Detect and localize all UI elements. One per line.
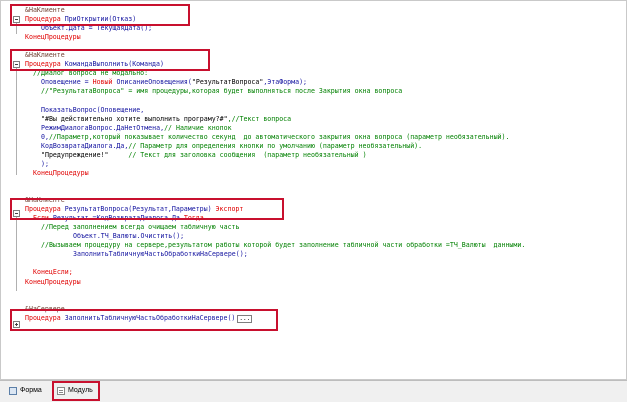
code-token: Новый bbox=[92, 78, 117, 87]
code-editor[interactable]: &НаКлиенте Процедура ПриОткрытии(Отказ) Об… bbox=[0, 0, 627, 380]
code-token: КонецПроцедуры bbox=[25, 277, 81, 286]
code-line[interactable]: ПоказатьВопрос(Оповещение, bbox=[1, 105, 626, 115]
code-line[interactable]: КодВозвратаДиалога.Да,// Параметр для оп… bbox=[1, 141, 626, 151]
code-token: "Предупреждение!" bbox=[41, 150, 109, 159]
code-token: ,ЭтаФорма); bbox=[263, 78, 308, 87]
code-line[interactable] bbox=[1, 259, 626, 268]
form-icon bbox=[9, 387, 17, 395]
code-token: ,//Текст вопроса bbox=[227, 114, 292, 123]
code-line[interactable]: КонецПроцедуры bbox=[1, 33, 626, 42]
code-token: ПоказатьВопрос(Оповещение, bbox=[41, 105, 145, 114]
code-token: Объект.ТЧ_Валюты.Очистить(); bbox=[73, 232, 185, 241]
highlight-box bbox=[10, 4, 190, 26]
code-line[interactable]: "Предупреждение!" // Текст для заголовка… bbox=[1, 150, 626, 160]
code-line[interactable]: //Перед заполнением всегда очищаем табли… bbox=[1, 223, 626, 232]
code-token: //"РезультатаВопроса" = имя процедуры,ко… bbox=[41, 87, 403, 96]
code-line[interactable]: КонецЕсли; bbox=[1, 268, 626, 277]
code-token: ЗаполнитьТабличнуюЧастьОбработкиНаСервер… bbox=[73, 250, 248, 259]
code-line[interactable]: КонецПроцедуры bbox=[1, 168, 626, 178]
code-line[interactable]: Объект.ТЧ_Валюты.Очистить(); bbox=[1, 232, 626, 241]
code-line[interactable] bbox=[1, 97, 626, 106]
code-token: "РезультатВопроса" bbox=[191, 78, 264, 87]
highlight-box bbox=[10, 309, 278, 331]
code-token: КодВозвратаДиалога.Да, bbox=[41, 141, 129, 150]
code-line[interactable]: //Вызываем процедуру на сервере,результа… bbox=[1, 241, 626, 250]
code-line[interactable]: РежимДиалогаВопрос.ДаНетОтмена,// Наличи… bbox=[1, 123, 626, 133]
code-token: // Наличие кнопок bbox=[164, 123, 232, 132]
code-token: // Параметр для определения кнопки по ум… bbox=[128, 141, 423, 150]
code-line[interactable]: КонецПроцедуры bbox=[1, 277, 626, 287]
fold-guide bbox=[16, 217, 17, 291]
code-line[interactable]: "#Вы действительно хотите выполнить прог… bbox=[1, 114, 626, 124]
code-token: // Текст для заголовка сообщения (параме… bbox=[128, 150, 367, 159]
code-line[interactable] bbox=[1, 287, 626, 296]
highlight-box bbox=[52, 381, 100, 401]
code-token: КонецЕсли; bbox=[33, 268, 73, 277]
code-token: РежимДиалогаВопрос.ДаНетОтмена, bbox=[41, 123, 165, 132]
code-token: Оповещение = bbox=[41, 78, 93, 87]
code-line[interactable]: ); bbox=[1, 159, 626, 169]
code-token: //Вызываем процедуру на сервере,результа… bbox=[41, 241, 526, 250]
code-line[interactable] bbox=[1, 187, 626, 196]
code-token: //Перед заполнением всегда очищаем табли… bbox=[41, 223, 240, 232]
tab-form[interactable]: Форма bbox=[6, 384, 46, 398]
code-token: КонецПроцедуры bbox=[33, 168, 89, 177]
code-line[interactable] bbox=[1, 178, 626, 187]
code-token: "#Вы действительно хотите выполнить прог… bbox=[41, 114, 228, 123]
code-line[interactable]: //"РезультатаВопроса" = имя процедуры,ко… bbox=[1, 87, 626, 96]
code-token: 0, bbox=[41, 132, 49, 141]
code-line[interactable]: ЗаполнитьТабличнуюЧастьОбработкиНаСервер… bbox=[1, 250, 626, 259]
code-token: ОписаниеОповещения( bbox=[116, 78, 192, 87]
tab-form-label: Форма bbox=[20, 387, 42, 394]
module-tabs-bar: Форма Модуль bbox=[0, 380, 627, 402]
highlight-box bbox=[10, 49, 210, 71]
highlight-box bbox=[10, 198, 284, 220]
code-line[interactable]: 0,//Параметр,который показывает количест… bbox=[1, 132, 626, 142]
code-line[interactable]: Оповещение = Новый ОписаниеОповещения("Р… bbox=[1, 78, 626, 87]
code-token: //Параметр,который показывает количество… bbox=[48, 132, 510, 141]
code-line[interactable] bbox=[1, 296, 626, 305]
fold-guide bbox=[16, 65, 17, 175]
code-token: КонецПроцедуры bbox=[25, 33, 81, 42]
code-token: ); bbox=[41, 159, 49, 168]
